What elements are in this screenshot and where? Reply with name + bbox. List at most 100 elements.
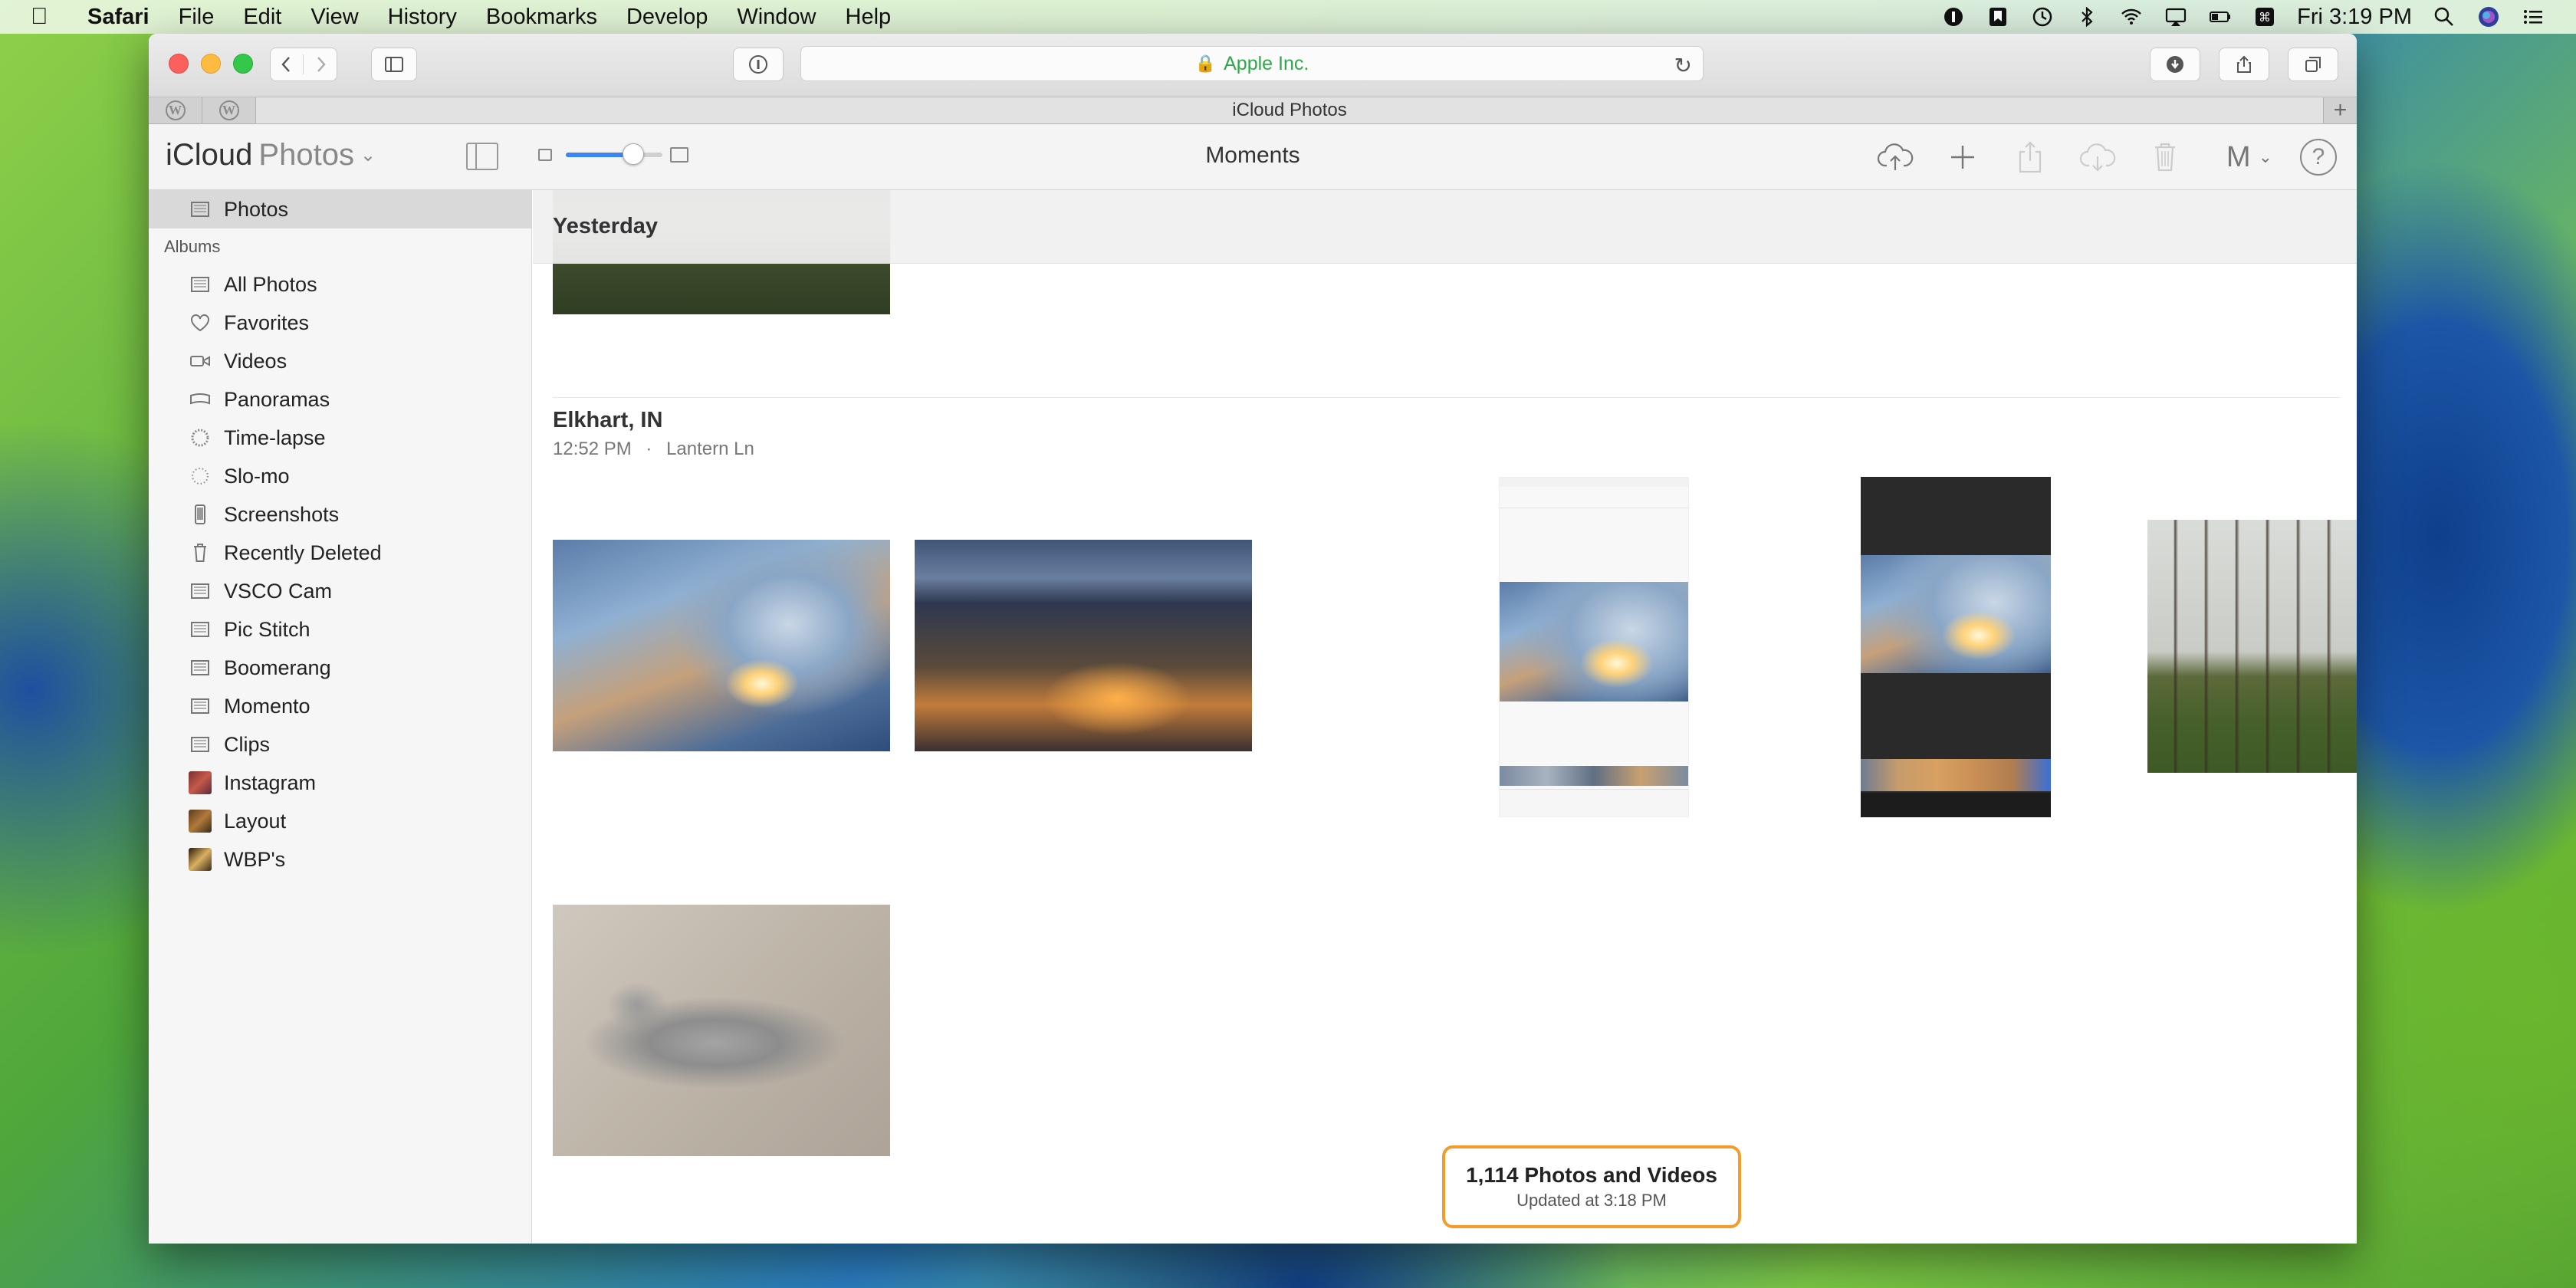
sidebar-item-photos[interactable]: Photos: [149, 190, 531, 228]
downloads-button[interactable]: [2150, 48, 2200, 81]
wordpress-icon: W: [219, 100, 239, 120]
tab-overview-button[interactable]: [2288, 48, 2338, 81]
zoom-window-button[interactable]: [233, 54, 253, 74]
photo-trees[interactable]: [2147, 520, 2357, 773]
bookmark-icon[interactable]: [1986, 5, 2010, 29]
sidebar-item-videos[interactable]: Videos: [149, 342, 531, 380]
moment-title[interactable]: Elkhart, IN: [553, 408, 662, 433]
sidebar-item-recently-deleted[interactable]: Recently Deleted: [149, 534, 531, 572]
zoom-slider[interactable]: [566, 143, 662, 165]
safari-window: 🔒 Apple Inc. ↻ W W iCloud Photos + iClou…: [149, 34, 2357, 1244]
sidebar-item-label: All Photos: [224, 272, 317, 296]
minimize-window-button[interactable]: [201, 54, 221, 74]
album-thumbnail: [189, 771, 212, 794]
new-tab-button[interactable]: +: [2323, 97, 2357, 123]
help-icon[interactable]: ?: [2300, 139, 2337, 176]
close-window-button[interactable]: [169, 54, 189, 74]
app-switcher[interactable]: iCloud Photos ⌄: [166, 138, 376, 172]
menu-file[interactable]: File: [179, 5, 215, 30]
sidebar-item-label: VSCO Cam: [224, 579, 333, 603]
share-button[interactable]: [2219, 48, 2269, 81]
sidebar-item-vsco-cam[interactable]: VSCO Cam: [149, 572, 531, 610]
sidebar-item-clips[interactable]: Clips: [149, 725, 531, 764]
menu-bookmarks[interactable]: Bookmarks: [486, 5, 597, 30]
menu-history[interactable]: History: [388, 5, 457, 30]
password-manager-icon[interactable]: [1941, 5, 1966, 29]
account-initial: M: [2226, 140, 2251, 173]
small-thumbnail-icon: [538, 149, 552, 161]
sidebar-item-screenshots[interactable]: Screenshots: [149, 495, 531, 534]
chevron-down-icon: ⌄: [2258, 147, 2272, 166]
photo-cat[interactable]: [553, 905, 890, 1156]
brand-icloud: iCloud: [166, 138, 253, 172]
forward-button[interactable]: [304, 54, 337, 74]
info-icon: [749, 55, 767, 74]
input-source-icon[interactable]: ⌘: [2252, 5, 2277, 29]
menu-develop[interactable]: Develop: [626, 5, 708, 30]
zoom-slider-knob[interactable]: [623, 143, 645, 165]
moment-place[interactable]: Lantern Ln: [666, 439, 754, 459]
menu-view[interactable]: View: [310, 5, 358, 30]
airplay-icon[interactable]: [2164, 5, 2188, 29]
download-icon: [2167, 56, 2183, 73]
photos-toolbar: iCloud Photos ⌄ Moments M ⌄ ?: [149, 124, 2357, 190]
tab-icloud-photos[interactable]: iCloud Photos: [256, 97, 2323, 123]
sidebar-item-label: Clips: [224, 732, 271, 756]
browser-toolbar: 🔒 Apple Inc. ↻: [149, 34, 2357, 97]
reload-icon[interactable]: ↻: [1674, 53, 1692, 78]
time-machine-icon[interactable]: [2030, 5, 2055, 29]
sidebar-item-slo-mo[interactable]: Slo-mo: [149, 457, 531, 495]
sidebar-item-time-lapse[interactable]: Time-lapse: [149, 419, 531, 457]
sidebar-item-label: Pic Stitch: [224, 617, 310, 641]
menubar-clock[interactable]: Fri 3:19 PM: [2297, 5, 2412, 30]
sidebar-item-momento[interactable]: Momento: [149, 687, 531, 725]
share-photo-button[interactable]: [2007, 135, 2053, 179]
notification-center-icon[interactable]: [2521, 5, 2545, 29]
upload-button[interactable]: [1872, 135, 1918, 179]
add-to-album-button[interactable]: [1940, 135, 1986, 179]
menu-window[interactable]: Window: [737, 5, 816, 30]
pinned-tab-wordpress-1[interactable]: W: [149, 97, 202, 123]
photo-screenshot-photos-app[interactable]: [1499, 477, 1689, 817]
chevron-down-icon: ⌄: [360, 145, 376, 166]
tab-bar: W W iCloud Photos +: [149, 97, 2357, 124]
menu-help[interactable]: Help: [846, 5, 892, 30]
sidebar-item-label: Favorites: [224, 310, 310, 334]
album-icon: [189, 734, 212, 754]
address-bar[interactable]: 🔒 Apple Inc. ↻: [800, 46, 1704, 81]
sidebar-toggle-button[interactable]: [466, 143, 498, 170]
tabs-icon: [2305, 57, 2321, 72]
siri-icon[interactable]: [2476, 5, 2501, 29]
photo-city[interactable]: [915, 540, 1252, 751]
sidebar-item-instagram[interactable]: Instagram: [149, 764, 531, 802]
delete-photo-button[interactable]: [2142, 135, 2188, 179]
address-text: Apple Inc.: [1224, 52, 1309, 74]
battery-icon[interactable]: [2208, 5, 2233, 29]
wifi-icon[interactable]: [2119, 5, 2144, 29]
sidebar-item-panoramas[interactable]: Panoramas: [149, 380, 531, 419]
bluetooth-icon[interactable]: [2075, 5, 2099, 29]
pinned-tab-wordpress-2[interactable]: W: [202, 97, 256, 123]
sidebar-item-label: Layout: [224, 809, 287, 833]
apple-menu-icon[interactable]: : [31, 4, 61, 30]
sidebar-item-wbp-s[interactable]: WBP's: [149, 840, 531, 879]
account-menu[interactable]: M ⌄: [2226, 141, 2272, 174]
download-photo-button[interactable]: [2075, 135, 2121, 179]
sidebar-item-label: Boomerang: [224, 656, 331, 679]
sidebar-item-favorites[interactable]: Favorites: [149, 304, 531, 342]
sidebar-item-all-photos[interactable]: All Photos: [149, 265, 531, 304]
sidebar-item-pic-stitch[interactable]: Pic Stitch: [149, 610, 531, 649]
panorama-icon: [189, 389, 212, 409]
spotlight-search-icon[interactable]: [2432, 5, 2456, 29]
menu-edit[interactable]: Edit: [243, 5, 281, 30]
back-button[interactable]: [271, 54, 304, 74]
photo-screenshot-editing[interactable]: [1861, 477, 2051, 817]
download-cloud-icon: [2079, 143, 2116, 172]
menu-safari[interactable]: Safari: [87, 5, 150, 30]
sidebar-item-label: Recently Deleted: [224, 540, 382, 564]
sidebar-item-boomerang[interactable]: Boomerang: [149, 649, 531, 687]
reader-button[interactable]: [733, 48, 784, 81]
sidebar-item-layout[interactable]: Layout: [149, 802, 531, 840]
photo-wave[interactable]: [553, 540, 890, 751]
show-sidebar-button[interactable]: [371, 48, 417, 81]
